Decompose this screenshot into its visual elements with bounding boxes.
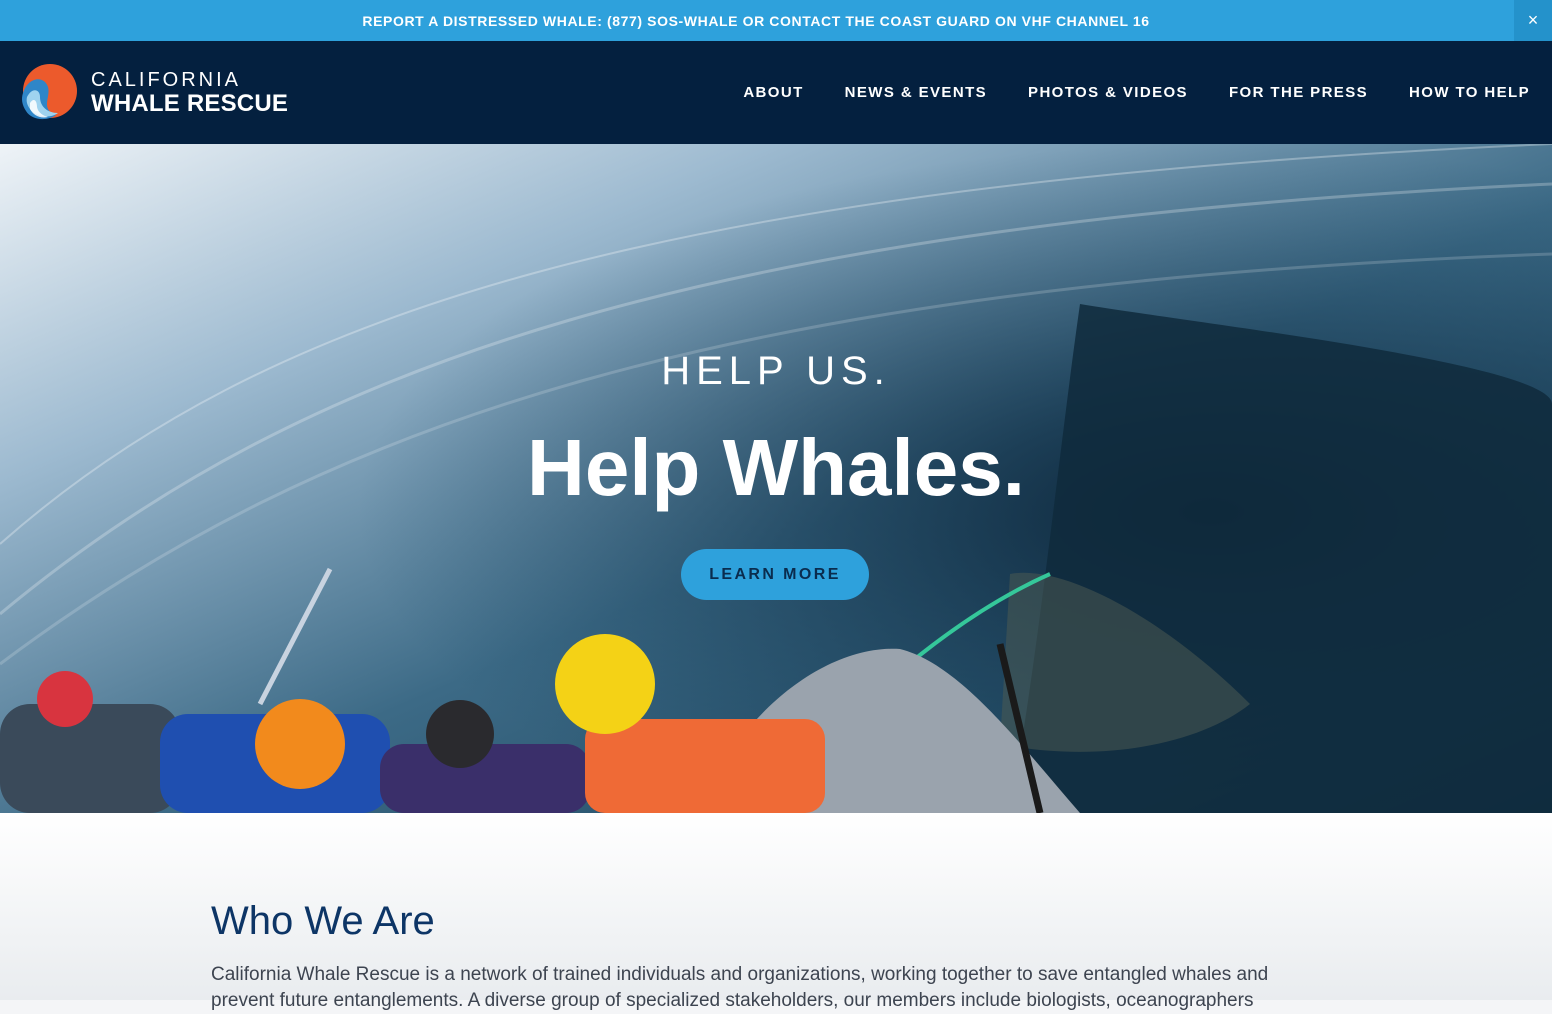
site-header: CALIFORNIA WHALE RESCUE ABOUT NEWS & EVE… <box>0 41 1552 144</box>
logo-top-text: CALIFORNIA <box>91 69 242 91</box>
hero-section: HELP US. Help Whales. LEARN MORE <box>0 144 1552 813</box>
section-title: Who We Are <box>211 899 435 943</box>
hero-eyebrow: HELP US. <box>661 349 891 393</box>
nav-news-events[interactable]: NEWS & EVENTS <box>845 84 987 101</box>
close-icon[interactable]: × <box>1514 0 1552 41</box>
site-logo[interactable]: CALIFORNIA WHALE RESCUE <box>18 62 288 124</box>
main-nav: ABOUT NEWS & EVENTS PHOTOS & VIDEOS FOR … <box>743 41 1530 144</box>
alert-text: REPORT A DISTRESSED WHALE: (877) SOS-WHA… <box>362 12 1150 29</box>
close-label: × <box>1527 10 1539 30</box>
learn-more-label: LEARN MORE <box>709 565 841 583</box>
whale-wave-logo-icon <box>22 64 77 120</box>
nav-photos-videos[interactable]: PHOTOS & VIDEOS <box>1028 84 1188 101</box>
hero-title: Help Whales. <box>527 423 1025 512</box>
logo-wordmark: CALIFORNIA WHALE RESCUE <box>91 70 288 116</box>
nav-about[interactable]: ABOUT <box>743 84 803 101</box>
section-body: California Whale Rescue is a network of … <box>211 964 1269 1011</box>
nav-how-to-help[interactable]: HOW TO HELP <box>1409 84 1530 101</box>
alert-banner: REPORT A DISTRESSED WHALE: (877) SOS-WHA… <box>0 0 1552 41</box>
learn-more-button[interactable]: LEARN MORE <box>681 549 869 600</box>
logo-bottom-text: WHALE RESCUE <box>91 90 289 117</box>
nav-for-the-press[interactable]: FOR THE PRESS <box>1229 84 1368 101</box>
who-we-are-section: Who We Are California Whale Rescue is a … <box>0 813 1552 1011</box>
